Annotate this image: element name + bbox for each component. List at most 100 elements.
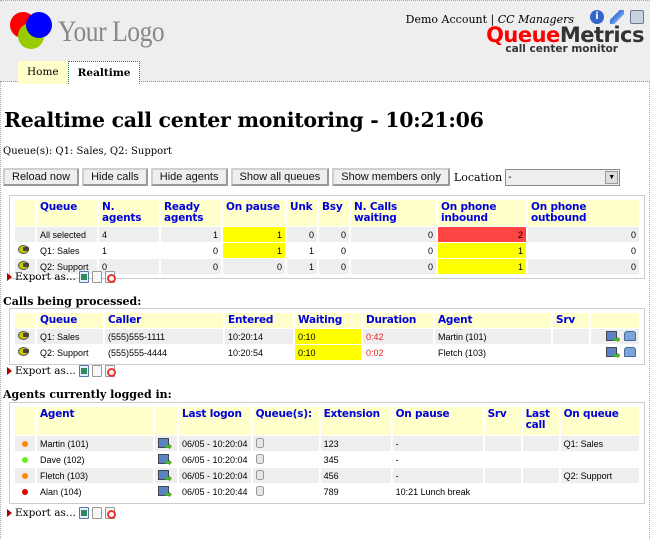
tab-home[interactable]: Home [18,61,68,84]
queues-list-icon[interactable] [255,437,264,448]
col-agent: Agent [435,313,551,328]
nav-tabs: Home Realtime [18,61,141,84]
call-queue: Q1: Sales [37,329,103,344]
agent-last-logon: 06/05 - 10:20:04 [179,468,251,483]
expand-triangle-icon [7,273,12,281]
bsy: 0 [319,259,349,274]
agent-last-call [522,468,559,483]
call-srv [553,345,589,360]
status-dot-icon [22,472,28,479]
agent-on-pause: - [392,452,483,467]
export-pdf-icon[interactable] [104,271,116,283]
call-waiting: 0:10 [295,345,361,360]
header: Your Logo Demo Account | CC Managers i Q… [0,0,650,84]
logo-text: Your Logo [58,15,165,48]
n-agents: 4 [99,227,159,242]
export-label: Export as... [15,507,76,519]
call-queue: Q2: Support [37,345,103,360]
show-members-only-button[interactable]: Show members only [332,168,450,186]
export-csv-icon[interactable] [91,271,102,283]
agent-row: Fletch (103) 06/05 - 10:20:04 456 - Q2: … [15,468,639,483]
phone-icon[interactable] [624,330,636,341]
call-row: Q1: Sales (555)555-1111 10:20:14 0:10 0:… [15,329,639,344]
info-icon[interactable]: i [590,10,604,24]
queue-detail-icon[interactable] [18,347,29,356]
agents-section-title: Agents currently logged in: [3,388,172,401]
col-last-logon: Last logon [179,407,251,435]
call-entered: 10:20:14 [225,329,293,344]
call-agent: Fletch (103) [435,345,551,360]
call-caller: (555)555-1111 [105,329,223,344]
queue-detail-icon[interactable] [18,261,29,270]
transfer-monitor-icon[interactable] [606,346,618,357]
reload-now-button[interactable]: Reload now [3,168,80,186]
on-phone-outbound: 0 [528,243,639,258]
export-csv-icon[interactable] [91,365,102,377]
location-select[interactable]: - ▼ [505,168,621,186]
queues-list-icon[interactable] [255,485,264,496]
agent-monitor-icon[interactable] [158,453,169,464]
page-title: Realtime call center monitoring - 10:21:… [4,108,484,132]
col-on-pause: On pause [392,407,483,435]
agent-on-queue [560,484,639,499]
call-entered: 10:20:54 [225,345,293,360]
agent-monitor-icon[interactable] [158,437,169,448]
on-phone-inbound: 1 [438,243,526,258]
header-icons: i [590,10,644,24]
col-last-call: Last call [522,407,559,435]
col-entered: Entered [225,313,293,328]
col-queue: Queue [37,200,97,226]
on-phone-outbound: 0 [528,227,639,242]
show-all-queues-button[interactable]: Show all queues [230,168,330,186]
agent-on-queue [560,452,639,467]
agent-row: Alan (104) 06/05 - 10:20:44 789 10:21 Lu… [15,484,639,499]
hide-agents-button[interactable]: Hide agents [150,168,228,186]
col-waiting: Waiting [295,313,361,328]
export-excel-icon[interactable] [78,271,89,283]
queues-list-icon[interactable] [255,453,264,464]
phone-icon[interactable] [624,346,636,357]
agent-on-queue: Q2: Support [560,468,639,483]
export-calls: Export as... [7,365,116,377]
chevron-down-icon[interactable]: ▼ [605,170,619,184]
agent-srv [484,436,521,451]
call-waiting: 0:10 [295,329,361,344]
export-csv-icon[interactable] [91,507,102,519]
agent-name: Dave (102) [37,452,153,467]
transfer-monitor-icon[interactable] [606,330,618,341]
call-row: Q2: Support (555)555-4444 10:20:54 0:10 … [15,345,639,360]
agent-monitor-icon[interactable] [158,485,169,496]
status-dot-icon [22,456,28,463]
ready-agents: 0 [161,243,221,258]
col-ready-agents: Ready agents [161,200,221,226]
n-agents: 1 [99,243,159,258]
bsy: 0 [319,243,349,258]
edit-pen-icon[interactable] [610,10,624,24]
agent-on-pause: 10:21 Lunch break [392,484,483,499]
hide-calls-button[interactable]: Hide calls [82,168,148,186]
export-label: Export as... [15,365,76,377]
agent-srv [484,468,521,483]
location-label: Location [453,170,503,184]
col-queues: Queue(s): [252,407,319,435]
agent-extension: 123 [320,436,391,451]
on-pause: 1 [223,227,285,242]
queue-detail-icon[interactable] [18,245,29,254]
agent-srv [484,452,521,467]
queue-detail-icon[interactable] [18,331,29,340]
queues-list-icon[interactable] [255,469,264,480]
export-excel-icon[interactable] [78,365,89,377]
on-pause: 0 [223,259,285,274]
export-excel-icon[interactable] [78,507,89,519]
export-pdf-icon[interactable] [104,507,116,519]
queue-name: All selected [37,227,97,242]
agent-monitor-icon[interactable] [158,469,169,480]
queue-row-q1: Q1: Sales 1 0 1 1 0 0 1 0 [15,243,639,258]
export-pdf-icon[interactable] [104,365,116,377]
tab-realtime[interactable]: Realtime [67,61,141,84]
print-icon[interactable] [630,10,644,24]
col-on-phone-outbound: On phone outbound [528,200,639,226]
col-calls-waiting: N. Calls waiting [351,200,436,226]
col-on-pause: On pause [223,200,285,226]
calls-waiting: 0 [351,227,436,242]
